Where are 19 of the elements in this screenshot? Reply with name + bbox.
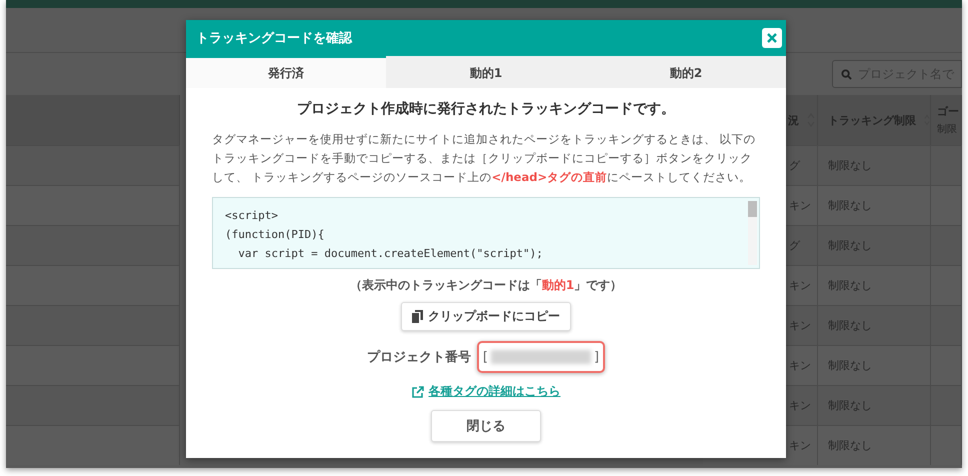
code-line: <script> xyxy=(225,208,279,224)
bracket: ] xyxy=(594,350,600,364)
tab[interactable]: 発行済 xyxy=(186,56,386,88)
copy-button[interactable]: クリップボードにコピー xyxy=(401,302,571,331)
search-icon xyxy=(841,68,852,80)
close-button[interactable] xyxy=(762,28,782,48)
external-link-icon xyxy=(412,386,424,398)
code-line: (function(PID){ xyxy=(225,227,326,243)
scrollbar[interactable] xyxy=(748,201,757,265)
description: タグマネージャーを使用せずに新たにサイトに追加されたページをトラッキングするときは、 以下のトラッキングコードを手動でコピーする、または［クリップボードにコピーする］ボタンをクリックして、 トラッキングするページのソースコード上の</head>タグの直前にペーストしてください。 xyxy=(212,131,757,186)
bracket: [ xyxy=(482,350,488,364)
close-icon xyxy=(767,33,777,43)
copy-icon xyxy=(412,310,423,323)
close-dialog-button[interactable]: 閉じる xyxy=(431,410,541,442)
current-code-note: （表示中のトラッキングコードは「動的1」です） xyxy=(350,277,622,294)
heading: プロジェクト作成時に発行されたトラッキングコードです。 xyxy=(297,100,675,118)
code-line: var script = document.createElement("script"); xyxy=(237,246,544,262)
project-number-label: プロジェクト番号 xyxy=(366,348,471,366)
dialog-title: トラッキングコードを確認 xyxy=(196,30,352,47)
